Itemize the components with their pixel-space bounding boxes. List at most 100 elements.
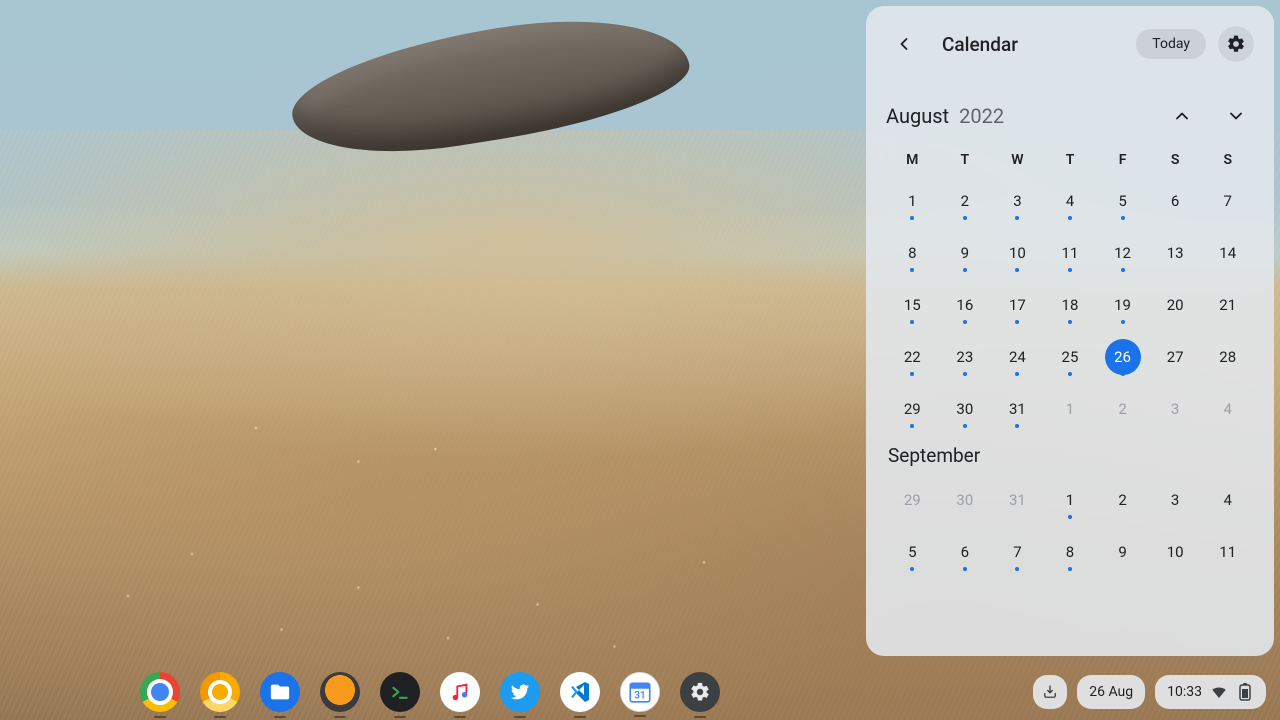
- event-dot: [1015, 320, 1019, 324]
- calendar-day[interactable]: 6: [939, 531, 992, 573]
- calendar-day[interactable]: 21: [1201, 284, 1254, 326]
- back-button[interactable]: [886, 26, 922, 62]
- calendar-day[interactable]: 26: [1096, 336, 1149, 378]
- day-number: 8: [1052, 534, 1088, 570]
- app-terminal[interactable]: [380, 672, 420, 712]
- app-chrome[interactable]: [140, 672, 180, 712]
- calendar-day[interactable]: 23: [939, 336, 992, 378]
- calendar-day[interactable]: 10: [1149, 531, 1202, 573]
- calendar-day[interactable]: 14: [1201, 232, 1254, 274]
- calendar-day[interactable]: 7: [1201, 180, 1254, 222]
- calendar-day[interactable]: 31: [991, 479, 1044, 521]
- app-sublime-text[interactable]: [320, 672, 360, 712]
- date-pill[interactable]: 26 Aug: [1077, 675, 1145, 709]
- day-number: 12: [1105, 235, 1141, 271]
- calendar-day[interactable]: 31: [991, 388, 1044, 430]
- event-dot: [1015, 372, 1019, 376]
- event-dot: [1015, 424, 1019, 428]
- next-month-name: September: [888, 444, 1254, 467]
- calendar-day[interactable]: 6: [1149, 180, 1202, 222]
- app-vscode[interactable]: [560, 672, 600, 712]
- calendar-day[interactable]: 11: [1201, 531, 1254, 573]
- calendar-day[interactable]: 15: [886, 284, 939, 326]
- calendar-day[interactable]: 19: [1096, 284, 1149, 326]
- calendar-day[interactable]: 8: [1044, 531, 1097, 573]
- calendar-day[interactable]: 1: [886, 180, 939, 222]
- calendar-day[interactable]: 3: [1149, 479, 1202, 521]
- calendar-day[interactable]: 20: [1149, 284, 1202, 326]
- calendar-day[interactable]: 4: [1201, 479, 1254, 521]
- calendar-day[interactable]: 2: [1096, 388, 1149, 430]
- day-number: 22: [894, 339, 930, 375]
- day-number: 16: [947, 287, 983, 323]
- calendar-day[interactable]: 2: [939, 180, 992, 222]
- calendar-day[interactable]: 13: [1149, 232, 1202, 274]
- app-apple-music[interactable]: [440, 672, 480, 712]
- app-chrome-canary[interactable]: [200, 672, 240, 712]
- event-dot: [1015, 268, 1019, 272]
- event-dot: [1121, 216, 1125, 220]
- calendar-day[interactable]: 1: [1044, 388, 1097, 430]
- app-google-calendar[interactable]: 31: [620, 672, 660, 712]
- day-number: 30: [947, 391, 983, 427]
- calendar-day[interactable]: 12: [1096, 232, 1149, 274]
- event-dot: [1068, 268, 1072, 272]
- event-dot: [1068, 372, 1072, 376]
- calendar-day[interactable]: 4: [1201, 388, 1254, 430]
- chevron-left-icon: [894, 34, 914, 54]
- calendar-day[interactable]: 3: [991, 180, 1044, 222]
- prev-month-button[interactable]: [1164, 98, 1200, 134]
- day-number: 15: [894, 287, 930, 323]
- calendar-day[interactable]: 3: [1149, 388, 1202, 430]
- today-button[interactable]: Today: [1136, 29, 1206, 59]
- status-area[interactable]: 10:33: [1155, 675, 1266, 709]
- calendar-day[interactable]: 22: [886, 336, 939, 378]
- day-number: 6: [947, 534, 983, 570]
- day-number: 1: [1052, 482, 1088, 518]
- calendar-day[interactable]: 30: [939, 479, 992, 521]
- day-number: 1: [1052, 391, 1088, 427]
- calendar-settings-button[interactable]: [1218, 26, 1254, 62]
- calendar-day[interactable]: 5: [886, 531, 939, 573]
- calendar-day[interactable]: 18: [1044, 284, 1097, 326]
- next-month-button[interactable]: [1218, 98, 1254, 134]
- day-number: 10: [999, 235, 1035, 271]
- dow-label: S: [1149, 152, 1202, 168]
- vscode-icon: [568, 680, 592, 704]
- calendar-day[interactable]: 11: [1044, 232, 1097, 274]
- calendar-day[interactable]: 27: [1149, 336, 1202, 378]
- holding-space-button[interactable]: [1033, 675, 1067, 709]
- chevron-down-icon: [1226, 106, 1246, 126]
- month-header: August 2022: [886, 98, 1254, 134]
- day-number: 2: [1105, 391, 1141, 427]
- calendar-day[interactable]: 10: [991, 232, 1044, 274]
- app-twitter[interactable]: [500, 672, 540, 712]
- event-dot: [1121, 372, 1125, 376]
- day-number: 19: [1105, 287, 1141, 323]
- gear-icon: [1226, 34, 1246, 54]
- calendar-day[interactable]: 28: [1201, 336, 1254, 378]
- app-settings[interactable]: [680, 672, 720, 712]
- event-dot: [1015, 216, 1019, 220]
- calendar-day[interactable]: 4: [1044, 180, 1097, 222]
- calendar-day[interactable]: 1: [1044, 479, 1097, 521]
- system-tray: 26 Aug 10:33: [1033, 675, 1266, 709]
- event-dot: [1015, 567, 1019, 571]
- calendar-day[interactable]: 24: [991, 336, 1044, 378]
- calendar-day[interactable]: 2: [1096, 479, 1149, 521]
- calendar-day[interactable]: 9: [939, 232, 992, 274]
- calendar-day[interactable]: 29: [886, 388, 939, 430]
- calendar-day[interactable]: 5: [1096, 180, 1149, 222]
- calendar-day[interactable]: 25: [1044, 336, 1097, 378]
- event-dot: [1068, 515, 1072, 519]
- calendar-day[interactable]: 16: [939, 284, 992, 326]
- folder-icon: [269, 681, 291, 703]
- app-files[interactable]: [260, 672, 300, 712]
- calendar-day[interactable]: 7: [991, 531, 1044, 573]
- calendar-day[interactable]: 29: [886, 479, 939, 521]
- calendar-day[interactable]: 8: [886, 232, 939, 274]
- calendar-day[interactable]: 17: [991, 284, 1044, 326]
- calendar-day[interactable]: 9: [1096, 531, 1149, 573]
- calendar-day[interactable]: 30: [939, 388, 992, 430]
- shelf-apps: 31: [140, 672, 720, 712]
